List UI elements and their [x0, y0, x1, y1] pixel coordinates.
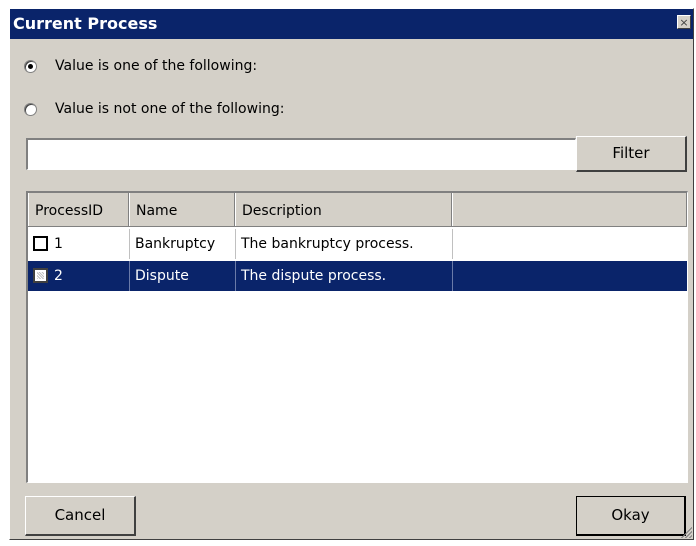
okay-button[interactable]: Okay: [576, 496, 686, 536]
column-header-description[interactable]: Description: [235, 193, 452, 226]
dialog-title: Current Process: [13, 14, 158, 33]
current-process-dialog: Current Process × Value is one of the fo…: [9, 8, 694, 540]
column-header-processid[interactable]: ProcessID: [28, 193, 129, 226]
title-bar[interactable]: Current Process ×: [10, 9, 693, 39]
filter-button[interactable]: Filter: [576, 136, 687, 172]
resize-grip-icon[interactable]: [678, 524, 692, 538]
column-header-filler: [452, 193, 687, 226]
cell-description: The dispute process.: [241, 268, 387, 284]
radio-button-unchecked[interactable]: [24, 102, 37, 116]
filter-input[interactable]: [26, 138, 576, 170]
close-icon[interactable]: ×: [677, 15, 691, 29]
row-checkbox[interactable]: [33, 268, 48, 283]
radio-value-is-one-of[interactable]: Value is one of the following:: [24, 55, 257, 77]
radio-button-checked[interactable]: [24, 59, 37, 73]
radio-label-one-of: Value is one of the following:: [55, 58, 258, 74]
table-row-selected[interactable]: 2 Dispute The dispute process.: [28, 261, 687, 291]
cell-processid: 2: [48, 261, 129, 291]
cell-name: Bankruptcy: [135, 236, 216, 252]
process-list[interactable]: ProcessID Name Description 1 Bankruptcy …: [26, 191, 688, 483]
cell-processid: 1: [54, 236, 63, 252]
table-row[interactable]: 1 Bankruptcy The bankruptcy process.: [28, 229, 687, 259]
radio-label-not-one-of: Value is not one of the following:: [55, 101, 285, 117]
radio-value-is-not-one-of[interactable]: Value is not one of the following:: [24, 98, 284, 120]
column-header-name[interactable]: Name: [129, 193, 235, 226]
cell-name: Dispute: [135, 268, 189, 284]
cancel-button[interactable]: Cancel: [25, 496, 136, 536]
cell-description: The bankruptcy process.: [241, 236, 414, 252]
row-checkbox[interactable]: [33, 236, 48, 251]
list-header: ProcessID Name Description: [28, 193, 687, 227]
